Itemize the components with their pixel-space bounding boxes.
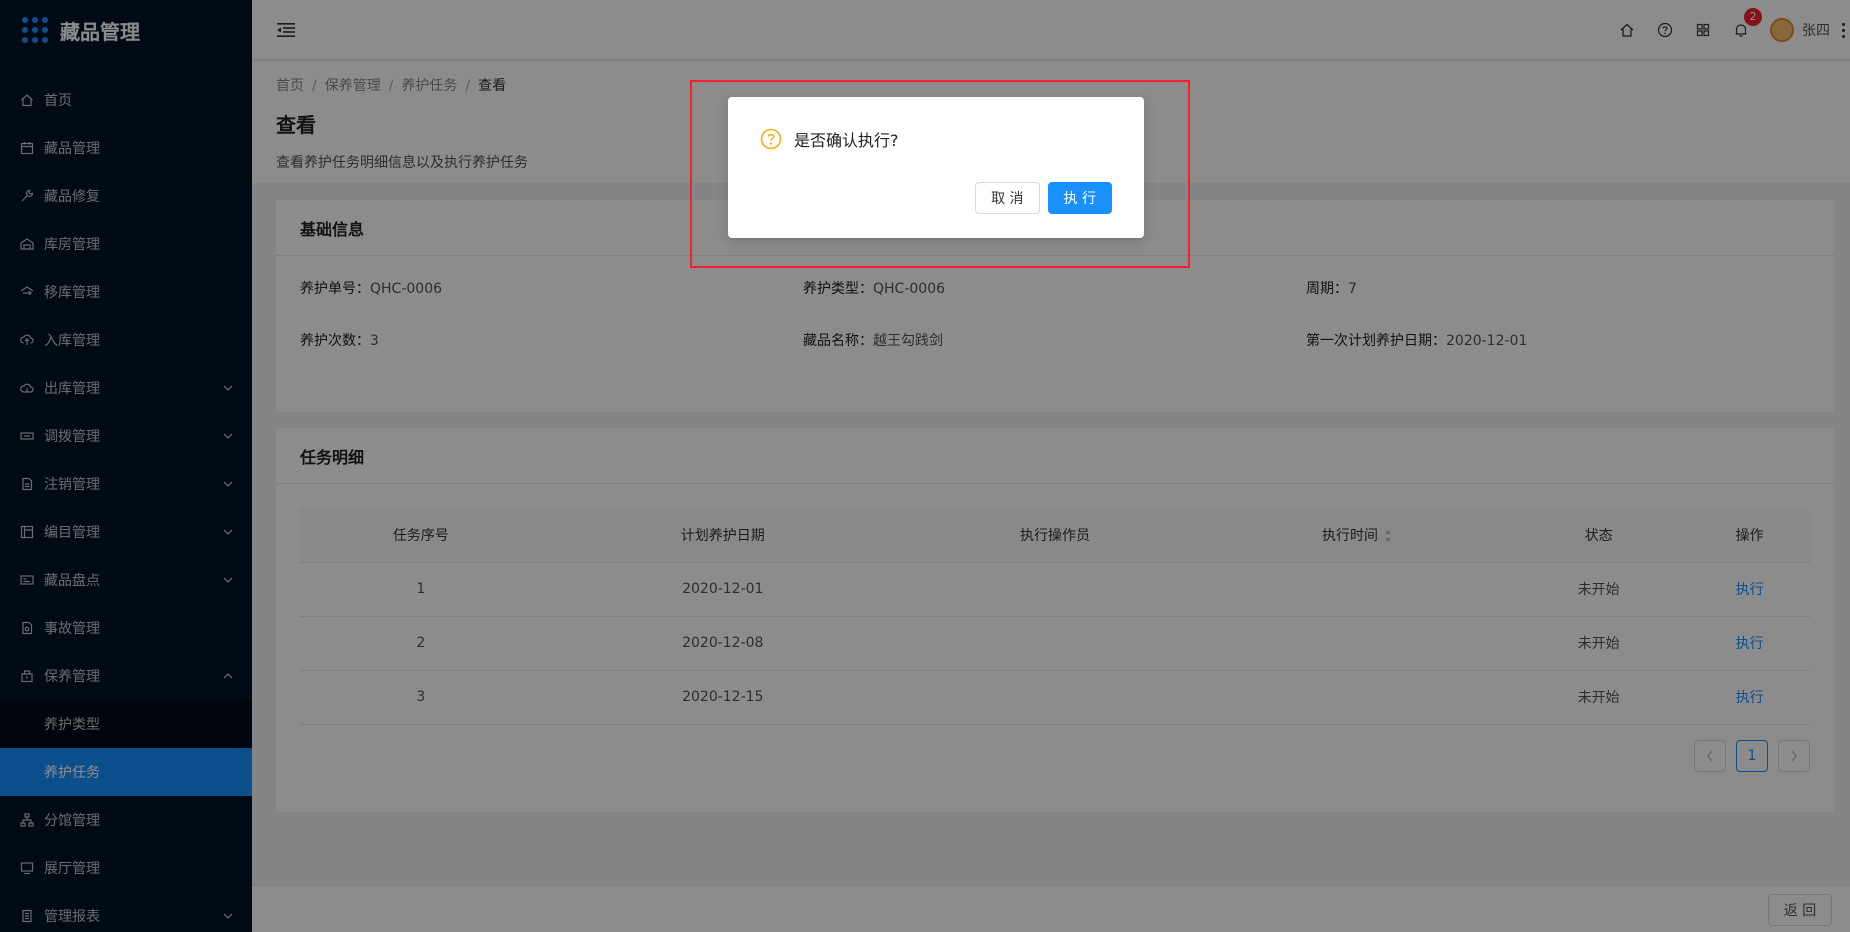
confirm-dialog: 是否确认执行? 取 消 执 行 xyxy=(728,97,1144,238)
question-circle-icon xyxy=(760,128,782,150)
execute-confirm-button[interactable]: 执 行 xyxy=(1047,182,1112,214)
dialog-title: 是否确认执行? xyxy=(794,131,899,150)
cancel-button[interactable]: 取 消 xyxy=(975,182,1040,214)
